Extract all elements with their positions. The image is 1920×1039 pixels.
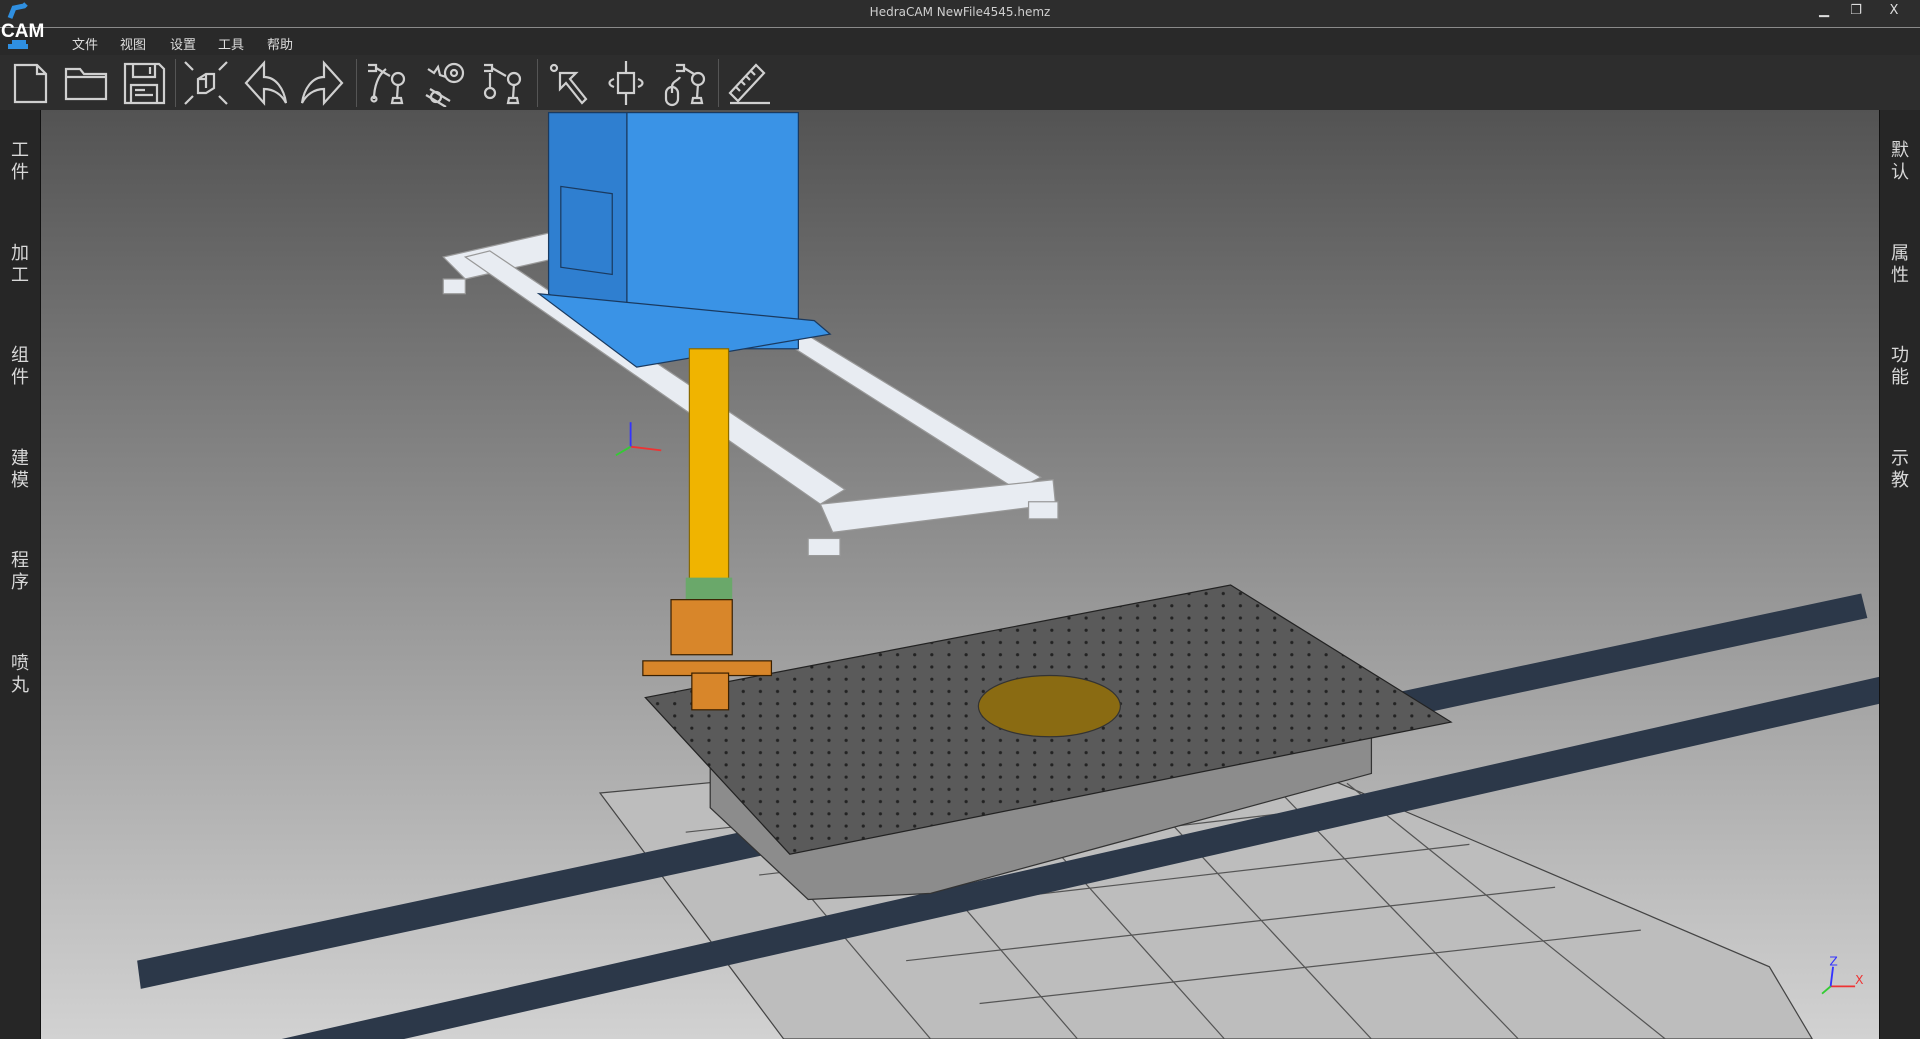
- ruler-icon: [728, 63, 770, 105]
- menu-view[interactable]: 视图: [120, 34, 146, 53]
- turntable: [977, 674, 1122, 738]
- robot-path-button[interactable]: [364, 59, 412, 107]
- sidebar-label: 示教: [1891, 448, 1909, 491]
- robot-tool-icon: [425, 62, 465, 108]
- axis-gizmo: X Z: [1821, 955, 1863, 995]
- robot-base-button[interactable]: [480, 59, 528, 107]
- sidebar-tab-components[interactable]: 组件: [0, 345, 40, 389]
- window-title: HedraCAM NewFile4545.hemz: [869, 5, 1051, 19]
- sidebar-tab-program[interactable]: 程序: [0, 550, 40, 594]
- new-file-icon: [13, 63, 48, 104]
- menu-bar: 文件 视图 设置 工具 帮助: [0, 28, 1920, 55]
- mouse-robot-icon: [664, 63, 706, 107]
- sidebar-tab-machining[interactable]: 加工: [0, 243, 40, 287]
- sidebar-tab-functions[interactable]: 功能: [1880, 345, 1920, 389]
- fit-view-button[interactable]: [182, 59, 230, 107]
- app-logo: CAM: [0, 0, 54, 54]
- sidebar-label: 加工: [11, 243, 29, 286]
- sidebar-label: 程序: [11, 550, 29, 593]
- logo-text: CAM: [1, 21, 44, 42]
- sidebar-label: 组件: [11, 345, 29, 388]
- left-sidebar: 工件 加工 组件 建模 程序 喷丸: [0, 110, 41, 1039]
- sidebar-tab-shot-peening[interactable]: 喷丸: [0, 653, 40, 697]
- save-icon: [123, 62, 166, 105]
- menu-file[interactable]: 文件: [72, 34, 98, 53]
- sidebar-tab-modeling[interactable]: 建模: [0, 448, 40, 492]
- robot-base-icon: [483, 63, 522, 105]
- open-folder-icon: [64, 67, 108, 101]
- sidebar-tab-default[interactable]: 默认: [1880, 140, 1920, 184]
- world-origin-axis: [615, 422, 662, 457]
- sidebar-tab-workpiece[interactable]: 工件: [0, 140, 40, 184]
- menu-tools[interactable]: 工具: [218, 34, 244, 53]
- move-rotate-icon: [608, 61, 644, 105]
- sidebar-label: 工件: [11, 140, 29, 183]
- title-bar: HedraCAM NewFile4545.hemz ▁ ❐ X: [0, 0, 1920, 28]
- menu-settings[interactable]: 设置: [170, 34, 196, 53]
- sidebar-tab-properties[interactable]: 属性: [1880, 243, 1920, 287]
- sidebar-label: 喷丸: [11, 653, 29, 696]
- menu-help[interactable]: 帮助: [267, 34, 293, 53]
- open-file-button[interactable]: [62, 59, 110, 107]
- close-button[interactable]: X: [1882, 3, 1906, 18]
- fit-view-icon: [184, 61, 228, 105]
- 3d-viewport[interactable]: X Z: [41, 110, 1879, 1039]
- measure-button[interactable]: [726, 59, 774, 107]
- sidebar-label: 属性: [1891, 243, 1909, 286]
- new-file-button[interactable]: [6, 59, 54, 107]
- select-button[interactable]: [546, 59, 594, 107]
- scene: X Z: [137, 111, 1879, 1039]
- minimize-button[interactable]: ▁: [1812, 3, 1836, 18]
- robot-path-icon: [368, 63, 406, 105]
- axis-z-label: Z: [1829, 955, 1837, 969]
- move-rotate-button[interactable]: [602, 59, 650, 107]
- select-pointer-icon: [549, 63, 588, 105]
- redo-icon: [300, 60, 344, 106]
- undo-icon: [244, 60, 288, 106]
- vertical-column: [688, 348, 730, 589]
- toolbar: [0, 55, 1920, 110]
- restore-button[interactable]: ❐: [1844, 3, 1868, 18]
- undo-button[interactable]: [242, 59, 290, 107]
- save-button[interactable]: [120, 59, 168, 107]
- mouse-robot-button[interactable]: [662, 59, 710, 107]
- robot-tool-button[interactable]: [422, 59, 470, 108]
- right-sidebar: 默认 属性 功能 示教: [1879, 110, 1920, 1039]
- sidebar-label: 功能: [1891, 345, 1909, 388]
- axis-x-label: X: [1855, 973, 1863, 987]
- redo-button[interactable]: [298, 59, 346, 107]
- sidebar-label: 建模: [11, 448, 29, 491]
- sidebar-tab-teach[interactable]: 示教: [1880, 448, 1920, 492]
- sidebar-label: 默认: [1891, 140, 1909, 183]
